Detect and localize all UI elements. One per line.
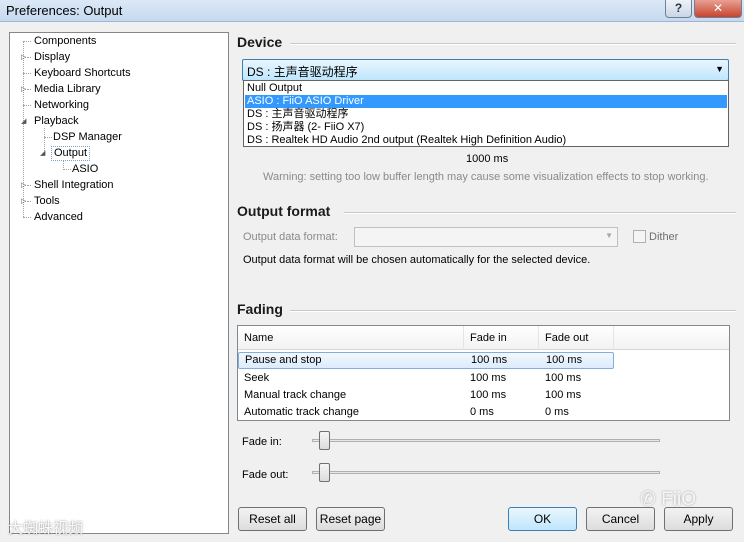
- row-fade-out: 0 ms: [545, 406, 569, 418]
- row-name: Seek: [244, 372, 270, 384]
- tree-item-asio[interactable]: ASIO: [70, 162, 100, 177]
- tree-item-display[interactable]: Display: [32, 50, 72, 65]
- tree-item-networking[interactable]: Networking: [32, 98, 91, 113]
- row-fade-in: 100 ms: [471, 354, 508, 366]
- fade-out-slider-thumb[interactable]: [319, 463, 330, 482]
- device-option[interactable]: Null Output: [245, 82, 727, 95]
- column-header-fade-out[interactable]: Fade out: [539, 326, 614, 350]
- device-option[interactable]: DS : 主声音驱动程序: [245, 108, 727, 121]
- buffer-length-value: 1000 ms: [466, 153, 509, 165]
- row-fade-in: 100 ms: [470, 372, 507, 384]
- fiio-watermark-text: FiiO: [661, 489, 697, 510]
- fiio-watermark: ✆ FiiO: [640, 489, 697, 510]
- tree-item-dsp-manager[interactable]: DSP Manager: [51, 130, 124, 145]
- row-fade-in: 100 ms: [470, 389, 507, 401]
- device-select[interactable]: DS : 主声音驱动程序 ▼: [242, 59, 729, 81]
- row-name: Pause and stop: [245, 354, 322, 366]
- row-fade-in: 0 ms: [470, 406, 494, 418]
- tree-line: [23, 217, 31, 218]
- output-data-format-label: Output data format:: [243, 231, 338, 243]
- fading-section-title: Fading: [237, 301, 283, 317]
- expand-icon[interactable]: ▷: [21, 85, 29, 94]
- tree-line: [23, 41, 24, 217]
- chevron-down-icon: ▼: [715, 64, 724, 74]
- row-fade-out: 100 ms: [545, 372, 582, 384]
- video-watermark: 大蜘蛛视频: [8, 519, 84, 537]
- section-divider: [290, 43, 736, 45]
- row-name: Automatic track change: [244, 406, 359, 418]
- output-format-note: Output data format will be chosen automa…: [243, 254, 591, 266]
- close-button[interactable]: ✕: [694, 0, 742, 18]
- device-option[interactable]: DS : Realtek HD Audio 2nd output (Realte…: [245, 134, 727, 147]
- tree-line: [23, 73, 31, 74]
- tree-item-shell-integration[interactable]: Shell Integration: [32, 178, 116, 193]
- reset-page-button[interactable]: Reset page: [316, 507, 385, 531]
- fade-out-slider-track[interactable]: [312, 471, 660, 474]
- fading-table[interactable]: Name Fade in Fade out Pause and stop 100…: [237, 325, 730, 421]
- preferences-tree[interactable]: ▷ ▷ ◢ ◢ ▷ ▷ Components Display Keyboard …: [9, 32, 229, 534]
- expand-icon[interactable]: ▷: [21, 197, 29, 206]
- table-row[interactable]: Automatic track change 0 ms 0 ms: [238, 404, 614, 421]
- table-row[interactable]: Seek 100 ms 100 ms: [238, 370, 614, 387]
- tree-item-media-library[interactable]: Media Library: [32, 82, 103, 97]
- help-button[interactable]: ?: [665, 0, 692, 18]
- tree-item-advanced[interactable]: Advanced: [32, 210, 85, 225]
- collapse-icon[interactable]: ◢: [40, 149, 48, 158]
- dither-label[interactable]: Dither: [649, 231, 678, 243]
- ok-button[interactable]: OK: [508, 507, 577, 531]
- device-option-highlighted[interactable]: ASIO : FiiO ASIO Driver: [245, 95, 727, 108]
- output-data-format-select[interactable]: ▼: [354, 227, 618, 247]
- dither-checkbox[interactable]: [633, 230, 646, 243]
- output-format-section-title: Output format: [237, 203, 331, 219]
- question-icon: ?: [674, 1, 683, 15]
- row-fade-out: 100 ms: [545, 389, 582, 401]
- section-divider: [344, 212, 736, 214]
- expand-icon[interactable]: ▷: [21, 181, 29, 190]
- table-row[interactable]: Pause and stop 100 ms 100 ms: [238, 352, 614, 369]
- dialog-client: ▷ ▷ ◢ ◢ ▷ ▷ Components Display Keyboard …: [0, 22, 744, 542]
- tree-item-output[interactable]: Output: [51, 146, 91, 161]
- table-row[interactable]: Manual track change 100 ms 100 ms: [238, 387, 614, 404]
- tree-line: [23, 105, 31, 106]
- device-option[interactable]: DS : 扬声器 (2- FiiO X7): [245, 121, 727, 134]
- title-bar: Preferences: Output ? ✕: [0, 0, 744, 22]
- column-header-name[interactable]: Name: [238, 326, 464, 350]
- tree-item-keyboard-shortcuts[interactable]: Keyboard Shortcuts: [32, 66, 133, 81]
- tree-item-playback[interactable]: Playback: [32, 114, 81, 129]
- buffer-warning: Warning: setting too low buffer length m…: [263, 171, 709, 183]
- fade-in-label: Fade in:: [242, 436, 282, 448]
- column-header-filler: [614, 326, 729, 350]
- fade-out-label: Fade out:: [242, 469, 289, 481]
- row-fade-out: 100 ms: [546, 354, 583, 366]
- fade-in-slider-thumb[interactable]: [319, 431, 330, 450]
- reset-all-button[interactable]: Reset all: [238, 507, 307, 531]
- row-name: Manual track change: [244, 389, 347, 401]
- window-title: Preferences: Output: [6, 3, 123, 18]
- column-header-fade-in[interactable]: Fade in: [464, 326, 539, 350]
- collapse-icon[interactable]: ◢: [21, 117, 29, 126]
- expand-icon[interactable]: ▷: [21, 53, 29, 62]
- fade-in-slider-track[interactable]: [312, 439, 660, 442]
- device-section-title: Device: [237, 34, 283, 50]
- tree-line: [23, 41, 31, 42]
- device-dropdown-list[interactable]: Null Output ASIO : FiiO ASIO Driver DS :…: [243, 80, 729, 147]
- tree-item-components[interactable]: Components: [32, 34, 98, 49]
- device-select-value: DS : 主声音驱动程序: [247, 65, 358, 79]
- chevron-down-icon: ▼: [605, 231, 613, 240]
- section-divider: [290, 310, 736, 312]
- tree-item-tools[interactable]: Tools: [32, 194, 62, 209]
- close-icon: ✕: [712, 1, 724, 15]
